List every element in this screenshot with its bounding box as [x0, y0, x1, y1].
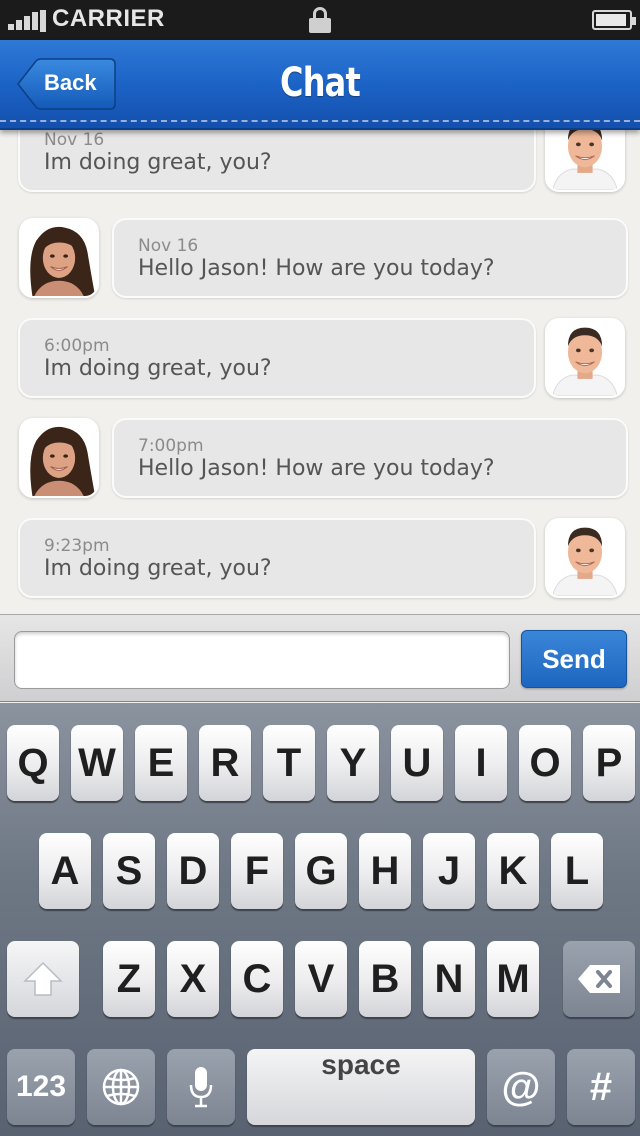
- message-list[interactable]: Nov 16 Im doing great, you? Nov 16 Hello…: [0, 130, 640, 614]
- message-bubble: Nov 16 Hello Jason! How are you today?: [112, 218, 628, 298]
- lock-icon: [309, 7, 331, 33]
- key-o[interactable]: O: [519, 725, 571, 801]
- message-text: Im doing great, you?: [44, 356, 272, 381]
- microphone-icon: [189, 1067, 213, 1108]
- key-s[interactable]: S: [103, 833, 155, 909]
- message-bubble: 7:00pm Hello Jason! How are you today?: [112, 418, 628, 498]
- key-x[interactable]: X: [167, 941, 219, 1017]
- key-p[interactable]: P: [583, 725, 635, 801]
- status-bar: CARRIER: [0, 0, 640, 40]
- message-timestamp: Nov 16: [138, 236, 199, 256]
- message-timestamp: 9:23pm: [44, 536, 110, 556]
- avatar-jason: [545, 130, 625, 192]
- send-button[interactable]: Send: [521, 630, 627, 688]
- key-y[interactable]: Y: [327, 725, 379, 801]
- signal-strength-icon: [8, 10, 48, 32]
- message-text: Im doing great, you?: [44, 556, 272, 581]
- message-item: 6:00pm Im doing great, you?: [0, 318, 640, 400]
- key-l[interactable]: L: [551, 833, 603, 909]
- key-m[interactable]: M: [487, 941, 539, 1017]
- key-n[interactable]: N: [423, 941, 475, 1017]
- carrier-name: CARRIER: [52, 5, 165, 32]
- avatar-woman: [19, 218, 99, 298]
- message-item: 7:00pm Hello Jason! How are you today?: [0, 418, 640, 500]
- numbers-key[interactable]: 123: [7, 1049, 75, 1125]
- key-c[interactable]: C: [231, 941, 283, 1017]
- key-a[interactable]: A: [39, 833, 91, 909]
- delete-key[interactable]: [563, 941, 635, 1017]
- message-item: Nov 16 Im doing great, you?: [0, 130, 640, 194]
- shift-key[interactable]: [7, 941, 79, 1017]
- message-text: Im doing great, you?: [44, 150, 272, 175]
- microphone-key[interactable]: [167, 1049, 235, 1125]
- message-timestamp: Nov 16: [44, 130, 105, 150]
- key-e[interactable]: E: [135, 725, 187, 801]
- message-timestamp: 6:00pm: [44, 336, 110, 356]
- key-d[interactable]: D: [167, 833, 219, 909]
- key-h[interactable]: H: [359, 833, 411, 909]
- avatar-woman: [19, 418, 99, 498]
- message-composer: Send: [0, 614, 640, 702]
- avatar-jason: [545, 318, 625, 398]
- key-v[interactable]: V: [295, 941, 347, 1017]
- at-key[interactable]: @: [487, 1049, 555, 1125]
- globe-key[interactable]: [87, 1049, 155, 1125]
- message-item: 9:23pm Im doing great, you?: [0, 518, 640, 600]
- key-q[interactable]: Q: [7, 725, 59, 801]
- message-input[interactable]: [14, 631, 510, 689]
- message-bubble: 9:23pm Im doing great, you?: [18, 518, 536, 598]
- battery-icon: [592, 10, 636, 30]
- globe-icon: [102, 1068, 140, 1106]
- avatar-jason: [545, 518, 625, 598]
- key-r[interactable]: R: [199, 725, 251, 801]
- hash-key[interactable]: #: [567, 1049, 635, 1125]
- page-title: Chat: [280, 60, 361, 106]
- key-f[interactable]: F: [231, 833, 283, 909]
- backspace-icon: [578, 965, 620, 993]
- key-t[interactable]: T: [263, 725, 315, 801]
- keyboard: Q W E R T Y U I O P A S D F G H J K L Z …: [0, 703, 640, 1136]
- message-text: Hello Jason! How are you today?: [138, 456, 495, 481]
- message-timestamp: 7:00pm: [138, 436, 204, 456]
- key-j[interactable]: J: [423, 833, 475, 909]
- key-u[interactable]: U: [391, 725, 443, 801]
- space-key[interactable]: space: [247, 1049, 475, 1125]
- key-z[interactable]: Z: [103, 941, 155, 1017]
- shift-arrow-icon: [23, 961, 63, 996]
- message-text: Hello Jason! How are you today?: [138, 256, 495, 281]
- message-bubble: Nov 16 Im doing great, you?: [18, 130, 536, 192]
- key-b[interactable]: B: [359, 941, 411, 1017]
- message-item: Nov 16 Hello Jason! How are you today?: [0, 218, 640, 300]
- navigation-bar: Back Chat: [0, 40, 640, 130]
- key-i[interactable]: I: [455, 725, 507, 801]
- key-k[interactable]: K: [487, 833, 539, 909]
- message-bubble: 6:00pm Im doing great, you?: [18, 318, 536, 398]
- key-w[interactable]: W: [71, 725, 123, 801]
- key-g[interactable]: G: [295, 833, 347, 909]
